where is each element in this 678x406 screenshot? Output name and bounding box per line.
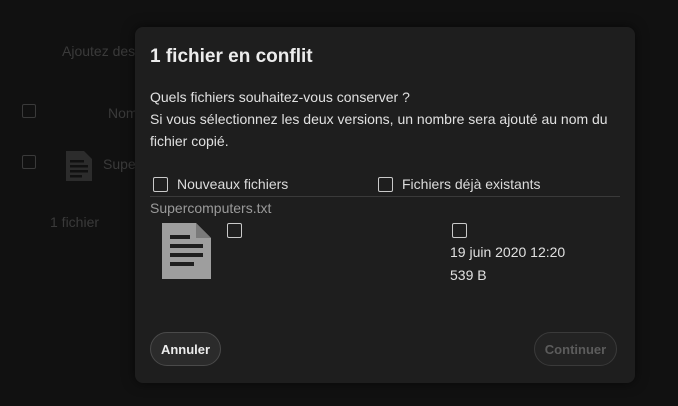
dialog-title: 1 fichier en conflit [150, 46, 313, 67]
divider [150, 196, 620, 197]
dialog-explanation: Si vous sélectionnez les deux versions, … [150, 111, 608, 149]
new-files-checkbox[interactable] [153, 176, 168, 192]
dialog-question: Quels fichiers souhaitez-vous conserver … [150, 89, 410, 105]
existing-files-label: Fichiers déjà existants [402, 176, 541, 192]
conflict-dialog: 1 fichier en conflit Quels fichiers souh… [135, 27, 635, 383]
document-icon [162, 223, 211, 279]
dialog-description: Quels fichiers souhaitez-vous conserver … [150, 86, 620, 152]
new-files-select-all[interactable]: Nouveaux fichiers [153, 176, 288, 192]
file-icon [66, 151, 92, 181]
conflict-file-name: Supercomputers.txt [150, 200, 272, 216]
file-count: 1 fichier [50, 214, 100, 230]
name-column-header: Nom [108, 105, 138, 121]
continue-button[interactable]: Continuer [534, 332, 617, 366]
existing-files-select-all[interactable]: Fichiers déjà existants [378, 176, 541, 192]
row-checkbox [22, 155, 36, 169]
existing-file-size: 539 B [450, 267, 487, 283]
existing-files-checkbox[interactable] [378, 176, 393, 192]
new-files-label: Nouveaux fichiers [177, 176, 289, 192]
select-all-checkbox [22, 104, 36, 118]
new-file-checkbox[interactable] [227, 223, 242, 238]
existing-file-checkbox[interactable] [452, 223, 467, 238]
upload-hint: Ajoutez des [62, 43, 136, 59]
existing-file-date: 19 juin 2020 12:20 [450, 244, 566, 260]
file-name: Supe [103, 156, 136, 172]
cancel-button[interactable]: Annuler [150, 332, 221, 366]
